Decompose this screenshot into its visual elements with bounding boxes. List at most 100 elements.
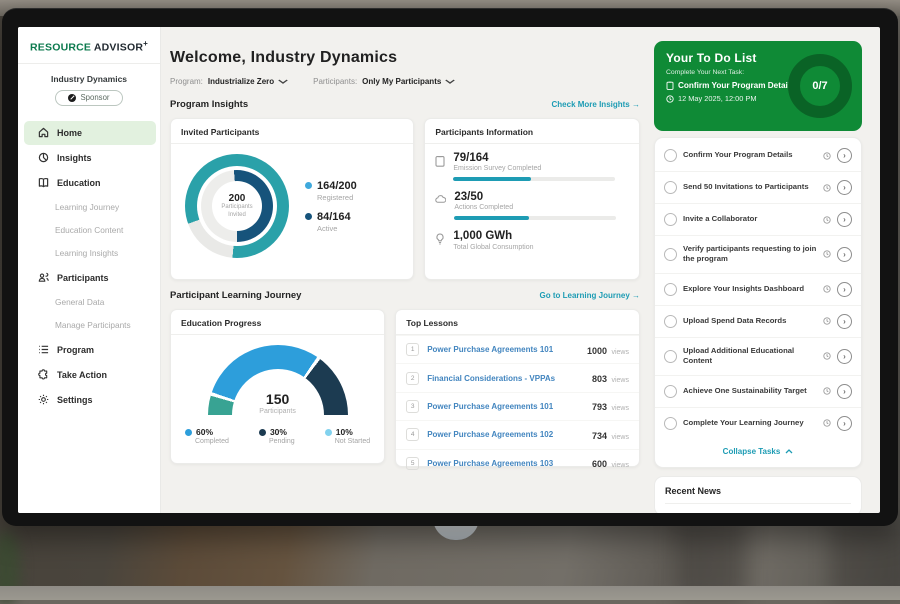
clock-icon	[823, 184, 831, 192]
registered-value: 164/200	[317, 180, 357, 192]
pending-label: Pending	[269, 438, 295, 445]
clock-icon	[823, 419, 831, 427]
sidebar-item-settings[interactable]: Settings	[24, 388, 156, 412]
registered-legend-dot	[305, 182, 312, 189]
lesson-rank: 1	[406, 343, 419, 356]
logo-primary: RESOURCE	[30, 42, 91, 54]
task-open-button[interactable]: ›	[837, 180, 852, 195]
task-open-button[interactable]: ›	[837, 247, 852, 262]
lesson-link[interactable]: Power Purchase Agreements 102	[427, 430, 592, 439]
actions-completed-metric: 23/50 Actions Completed	[435, 191, 627, 220]
card-title: Invited Participants	[171, 119, 413, 144]
task-open-button[interactable]: ›	[837, 349, 852, 364]
donut-center-label: Participants Invited	[212, 204, 262, 220]
sidebar-item-manage-participants[interactable]: Manage Participants	[18, 314, 160, 337]
lesson-row[interactable]: 5 Power Purchase Agreements 103 600 view…	[396, 449, 639, 477]
check-more-insights-link[interactable]: Check More Insights →	[552, 100, 640, 109]
program-select[interactable]: Program: Industrialize Zero	[170, 77, 287, 86]
task-row[interactable]: Upload Additional Educational Content ›	[655, 337, 861, 375]
task-row[interactable]: Upload Spend Data Records ›	[655, 305, 861, 337]
task-row[interactable]: Invite a Collaborator ›	[655, 203, 861, 235]
sponsor-icon	[68, 94, 76, 102]
learning-journey-header: Participant Learning Journey Go to Learn…	[170, 290, 640, 301]
clock-icon	[823, 317, 831, 325]
task-open-button[interactable]: ›	[837, 212, 852, 227]
task-checkbox[interactable]	[664, 315, 677, 328]
views-label: views	[611, 405, 629, 412]
sidebar-item-learning-journey[interactable]: Learning Journey	[18, 196, 160, 219]
card-title: Top Lessons	[396, 310, 639, 335]
task-row[interactable]: Complete Your Learning Journey ›	[655, 407, 861, 439]
home-icon	[38, 127, 49, 138]
clock-icon	[823, 152, 831, 160]
lesson-row[interactable]: 1 Power Purchase Agreements 101 1000 vie…	[396, 335, 639, 363]
task-open-button[interactable]: ›	[837, 416, 852, 431]
task-open-button[interactable]: ›	[837, 314, 852, 329]
not-started-legend-dot	[325, 429, 332, 436]
active-legend-dot	[305, 213, 312, 220]
go-to-learning-journey-link[interactable]: Go to Learning Journey →	[540, 291, 640, 300]
sidebar-item-program[interactable]: Program	[24, 338, 156, 362]
section-title: Participant Learning Journey	[170, 290, 301, 301]
sidebar-item-home[interactable]: Home	[24, 121, 156, 145]
lesson-rank: 5	[406, 457, 419, 470]
sidebar-item-insights[interactable]: Insights	[24, 146, 156, 170]
task-row[interactable]: Confirm Your Program Details ›	[655, 140, 861, 171]
gauge-legend: 60% Completed 30% Pending 10%	[171, 415, 384, 445]
task-checkbox[interactable]	[664, 350, 677, 363]
lesson-rank: 4	[406, 428, 419, 441]
task-checkbox[interactable]	[664, 149, 677, 162]
task-checkbox[interactable]	[664, 385, 677, 398]
actions-completed-progressbar	[454, 216, 616, 220]
completed-pct: 60%	[196, 427, 213, 437]
lesson-link[interactable]: Financial Considerations - VPPAs	[427, 374, 592, 383]
metric-value: 1,000 GWh	[453, 230, 533, 243]
task-row[interactable]: Verify participants requesting to join t…	[655, 235, 861, 273]
sidebar-item-learning-insights[interactable]: Learning Insights	[18, 242, 160, 265]
sidebar-item-label: Education	[57, 178, 101, 188]
sidebar-item-education[interactable]: Education	[24, 171, 156, 195]
metric-value: 23/50	[454, 191, 616, 204]
participants-label: Participants:	[313, 77, 357, 86]
lesson-link[interactable]: Power Purchase Agreements 103	[427, 459, 592, 468]
active-value: 84/164	[317, 211, 351, 223]
lesson-row[interactable]: 2 Financial Considerations - VPPAs 803 v…	[396, 363, 639, 391]
task-checkbox[interactable]	[664, 213, 677, 226]
sponsor-badge: Sponsor	[55, 90, 123, 106]
card-title: Participants Information	[425, 119, 639, 144]
education-progress-gauge-chart: 150 Participants	[208, 345, 348, 415]
lesson-rank: 2	[406, 372, 419, 385]
not-started-pct: 10%	[336, 427, 353, 437]
filter-bar: Program: Industrialize Zero Participants…	[170, 77, 640, 86]
task-row[interactable]: Send 50 Invitations to Participants ›	[655, 171, 861, 203]
task-row[interactable]: Explore Your Insights Dashboard ›	[655, 273, 861, 305]
task-open-button[interactable]: ›	[837, 384, 852, 399]
lesson-row[interactable]: 3 Power Purchase Agreements 101 793 view…	[396, 392, 639, 420]
app-logo: RESOURCE ADVISOR+	[18, 27, 160, 64]
lesson-link[interactable]: Power Purchase Agreements 101	[427, 402, 592, 411]
task-open-button[interactable]: ›	[837, 282, 852, 297]
global-consumption-metric: 1,000 GWh Total Global Consumption	[435, 230, 627, 250]
participants-information-card: Participants Information 79/164 Emission…	[424, 118, 640, 280]
lesson-rank: 3	[406, 400, 419, 413]
sidebar-item-label: Settings	[57, 395, 93, 405]
participants-select[interactable]: Participants: Only My Participants	[313, 77, 454, 86]
lesson-row[interactable]: 4 Power Purchase Agreements 102 734 view…	[396, 420, 639, 448]
sidebar-item-education-content[interactable]: Education Content	[18, 219, 160, 242]
task-open-button[interactable]: ›	[837, 148, 852, 163]
sidebar-item-general-data[interactable]: General Data	[18, 291, 160, 314]
task-checkbox[interactable]	[664, 181, 677, 194]
sidebar-item-participants[interactable]: Participants	[24, 266, 156, 290]
sidebar-item-take-action[interactable]: Take Action	[24, 363, 156, 387]
collapse-tasks-link[interactable]: Collapse Tasks	[655, 439, 861, 465]
main-content: Welcome, Industry Dynamics Program: Indu…	[160, 27, 654, 513]
todo-panel: Your To Do List Complete Your Next Task:…	[654, 41, 862, 513]
sidebar: RESOURCE ADVISOR+ Industry Dynamics Spon…	[18, 27, 161, 513]
settings-gear-icon	[38, 394, 49, 405]
program-list-icon	[38, 344, 49, 355]
task-checkbox[interactable]	[664, 417, 677, 430]
task-checkbox[interactable]	[664, 283, 677, 296]
task-checkbox[interactable]	[664, 248, 677, 261]
task-row[interactable]: Achieve One Sustainability Target ›	[655, 375, 861, 407]
lesson-link[interactable]: Power Purchase Agreements 101	[427, 345, 587, 354]
